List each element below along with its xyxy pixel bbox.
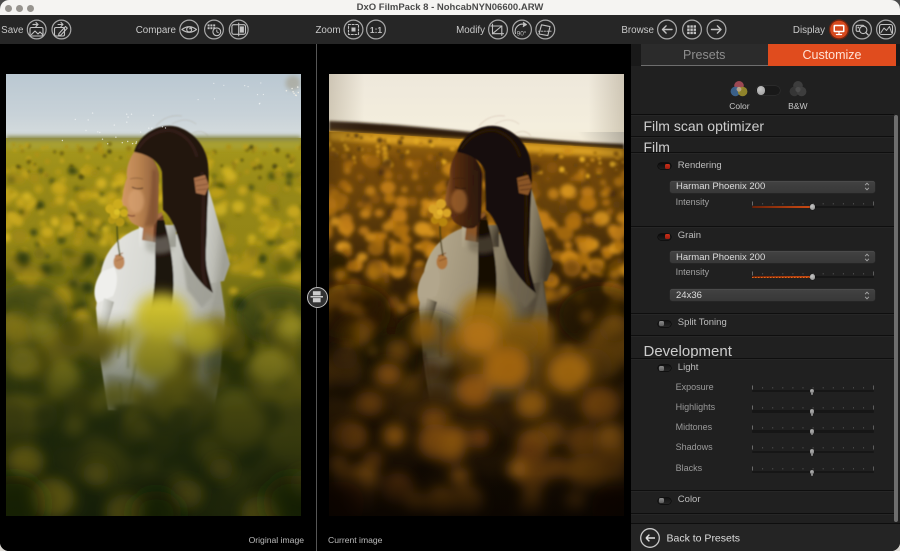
svg-text:90°: 90° bbox=[517, 30, 527, 38]
svg-text:1:1: 1:1 bbox=[370, 25, 383, 35]
svg-text:Save: Save bbox=[1, 25, 24, 36]
svg-text:Browse: Browse bbox=[621, 25, 654, 36]
svg-text:Back to Presets: Back to Presets bbox=[667, 533, 741, 545]
svg-text:Display: Display bbox=[793, 25, 825, 36]
svg-text:Compare: Compare bbox=[136, 25, 177, 36]
svg-text:Zoom: Zoom bbox=[315, 25, 340, 36]
svg-text:Modify: Modify bbox=[456, 25, 485, 36]
